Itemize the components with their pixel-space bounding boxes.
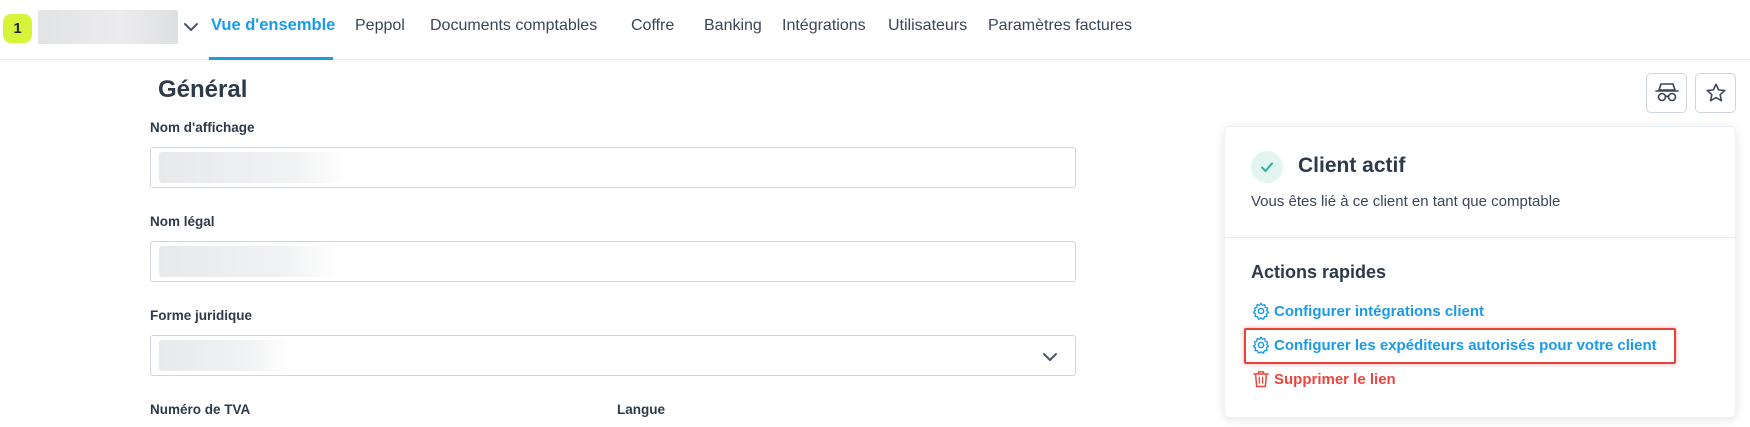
language-label: Langue: [617, 402, 666, 417]
vat-number-label: Numéro de TVA: [150, 402, 251, 417]
client-status-title: Client actif: [1298, 154, 1406, 177]
redacted-value: [159, 340, 289, 371]
display-name-label: Nom d'affichage: [150, 120, 255, 135]
tab-overview[interactable]: Vue d'ensemble: [211, 16, 335, 35]
incognito-button[interactable]: [1646, 73, 1687, 113]
check-icon: [1261, 162, 1273, 172]
configure-integrations-link[interactable]: Configurer intégrations client: [1251, 301, 1484, 321]
page-title: Général: [158, 76, 248, 103]
chevron-down-icon[interactable]: [182, 18, 200, 36]
tab-users[interactable]: Utilisateurs: [888, 17, 967, 35]
active-tab-indicator: [209, 57, 333, 60]
top-navigation: 1 Vue d'ensemble Peppol Documents compta…: [0, 0, 1750, 60]
client-status-description: Vous êtes lié à ce client en tant que co…: [1251, 193, 1561, 210]
gear-icon: [1252, 302, 1270, 320]
legal-form-label: Forme juridique: [150, 308, 253, 323]
client-selector[interactable]: [38, 10, 178, 44]
display-name-field[interactable]: [150, 147, 1076, 188]
legal-form-select[interactable]: [150, 335, 1076, 376]
divider: [1225, 237, 1735, 238]
tab-peppol[interactable]: Peppol: [355, 17, 405, 35]
tab-invoice-settings[interactable]: Paramètres factures: [988, 17, 1132, 35]
redacted-value: [159, 152, 349, 183]
favorite-button[interactable]: [1695, 73, 1736, 113]
trash-icon: [1253, 371, 1269, 388]
quick-actions-title: Actions rapides: [1251, 262, 1387, 282]
incognito-icon: [1654, 83, 1679, 102]
legal-name-label: Nom légal: [150, 214, 215, 229]
chevron-down-icon: [1043, 353, 1057, 361]
delete-link-label: Supprimer le lien: [1274, 370, 1396, 388]
tab-banking[interactable]: Banking: [704, 17, 762, 35]
tab-accounting-documents[interactable]: Documents comptables: [430, 17, 597, 35]
status-indicator: [1251, 151, 1283, 183]
star-icon: [1706, 83, 1725, 102]
client-status-card: Client actif Vous êtes lié à ce client e…: [1224, 126, 1736, 418]
delete-link-action[interactable]: Supprimer le lien: [1251, 369, 1396, 389]
legal-name-field[interactable]: [150, 241, 1076, 282]
tab-vault[interactable]: Coffre: [631, 17, 674, 35]
redacted-value: [159, 246, 339, 277]
tab-integrations[interactable]: Intégrations: [782, 17, 866, 35]
highlight-annotation: [1244, 328, 1676, 364]
configure-integrations-label: Configurer intégrations client: [1274, 302, 1485, 320]
client-count-badge: 1: [3, 14, 32, 43]
